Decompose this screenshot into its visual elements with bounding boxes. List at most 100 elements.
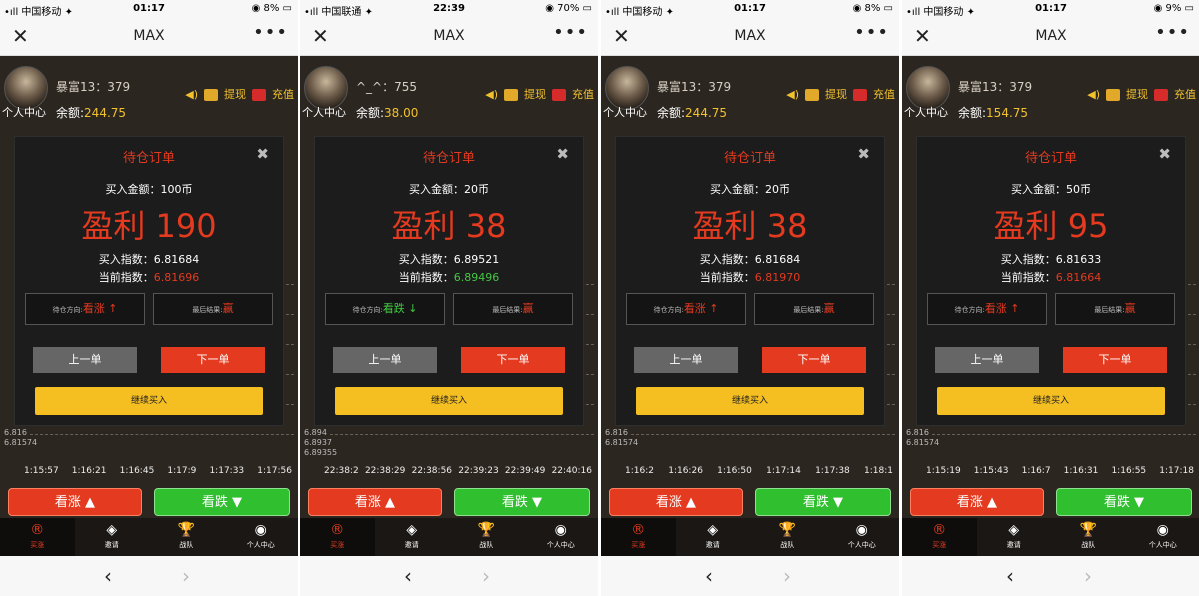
- more-icon[interactable]: •••: [854, 22, 889, 43]
- buy-up-button[interactable]: 看涨 ▲: [910, 488, 1044, 516]
- profile-link[interactable]: 个人中心: [603, 104, 647, 120]
- grid-line: [932, 434, 1196, 435]
- profile-link[interactable]: 个人中心: [302, 104, 346, 120]
- recharge-icon: [552, 89, 566, 101]
- tab-2[interactable]: 🏆 战队: [149, 518, 224, 556]
- continue-buy-button[interactable]: 继续买入: [35, 387, 263, 415]
- tab-0[interactable]: ® 买涨: [902, 518, 977, 556]
- forward-icon[interactable]: ›: [482, 564, 490, 588]
- username: ^_^：755: [356, 80, 418, 94]
- prev-order-button[interactable]: 上一单: [634, 347, 738, 373]
- battery-text: ◉ 70% ▭: [545, 3, 592, 14]
- back-icon[interactable]: ‹: [104, 564, 112, 588]
- profile-link[interactable]: 个人中心: [2, 104, 46, 120]
- y-axis-label: 6.816: [906, 428, 929, 437]
- recharge-button[interactable]: 充值: [1174, 88, 1196, 101]
- user-icon: ◉: [1156, 522, 1169, 538]
- buy-down-button[interactable]: 看跌 ▼: [154, 488, 290, 516]
- profile-link[interactable]: 个人中心: [904, 104, 948, 120]
- prev-order-button[interactable]: 上一单: [935, 347, 1039, 373]
- balance-label: 余额:154.75: [958, 104, 1028, 121]
- speaker-icon[interactable]: ◀): [485, 88, 498, 101]
- x-axis-label: 1:15:19: [926, 466, 961, 476]
- withdraw-button[interactable]: 提现: [1126, 88, 1148, 101]
- tab-3[interactable]: ◉ 个人中心: [1126, 518, 1199, 556]
- back-icon[interactable]: ‹: [404, 564, 412, 588]
- buy-down-button[interactable]: 看跌 ▼: [755, 488, 891, 516]
- recharge-button[interactable]: 充值: [873, 88, 895, 101]
- x-axis-label: 1:16:21: [71, 466, 107, 476]
- withdraw-button[interactable]: 提现: [825, 88, 847, 101]
- tab-2[interactable]: 🏆 战队: [449, 518, 524, 556]
- tab-2[interactable]: 🏆 战队: [750, 518, 825, 556]
- y-axis-label: 6.894: [304, 428, 327, 437]
- withdraw-button[interactable]: 提现: [224, 88, 246, 101]
- close-icon[interactable]: ✖: [857, 145, 870, 163]
- continue-buy-button[interactable]: 继续买入: [937, 387, 1165, 415]
- balance-value: 244.75: [685, 106, 728, 120]
- buy-down-button[interactable]: 看跌 ▼: [1056, 488, 1192, 516]
- continue-buy-button[interactable]: 继续买入: [636, 387, 864, 415]
- close-icon[interactable]: ✖: [1158, 145, 1171, 163]
- recharge-button[interactable]: 充值: [272, 88, 294, 101]
- tab-1[interactable]: ◈ 邀请: [676, 518, 751, 556]
- x-axis-label: 1:15:57: [24, 466, 59, 476]
- tab-1[interactable]: ◈ 邀请: [75, 518, 150, 556]
- tab-3[interactable]: ◉ 个人中心: [224, 518, 299, 556]
- buy-index-value: 6.81684: [754, 253, 801, 266]
- buy-up-button[interactable]: 看涨 ▲: [8, 488, 142, 516]
- header-actions: ◀) 提现 充值: [1081, 86, 1196, 102]
- back-icon[interactable]: ‹: [705, 564, 713, 588]
- tab-3[interactable]: ◉ 个人中心: [825, 518, 900, 556]
- tab-3[interactable]: ◉ 个人中心: [524, 518, 599, 556]
- recharge-button[interactable]: 充值: [572, 88, 594, 101]
- next-order-button[interactable]: 下一单: [461, 347, 565, 373]
- user-icon: ◉: [554, 522, 567, 538]
- trade-tab-icon: ®: [30, 522, 45, 538]
- next-order-button[interactable]: 下一单: [161, 347, 265, 373]
- x-axis-label: 1:16:45: [119, 466, 155, 476]
- withdraw-button[interactable]: 提现: [524, 88, 546, 101]
- speaker-icon[interactable]: ◀): [185, 88, 198, 101]
- continue-buy-button[interactable]: 继续买入: [335, 387, 563, 415]
- buy-down-button[interactable]: 看跌 ▼: [454, 488, 590, 516]
- x-axis-labels: 1:16:2 1:16:26 1:16:50 1:17:14 1:17:38 1:18:1: [625, 466, 893, 478]
- tab-label: 邀请: [104, 541, 119, 549]
- x-axis-labels: 1:15:19 1:15:43 1:16:7 1:16:31 1:16:55 1:17:1…: [926, 466, 1194, 478]
- tab-1[interactable]: ◈ 邀请: [977, 518, 1052, 556]
- forward-icon[interactable]: ›: [182, 564, 190, 588]
- trade-tab-icon: ®: [932, 522, 947, 538]
- battery-text: ◉ 9% ▭: [1153, 3, 1194, 14]
- current-index-label: 当前指数：: [398, 271, 454, 284]
- more-icon[interactable]: •••: [1155, 22, 1190, 43]
- result-label: 最后结果:: [793, 306, 824, 314]
- forward-icon[interactable]: ›: [1084, 564, 1092, 588]
- status-bar: •ıll 中国移动 ✦ 01:17 ◉ 9% ▭: [902, 0, 1199, 18]
- tab-2[interactable]: 🏆 战队: [1051, 518, 1126, 556]
- buy-up-button[interactable]: 看涨 ▲: [308, 488, 442, 516]
- tab-0[interactable]: ® 买涨: [0, 518, 75, 556]
- next-order-button[interactable]: 下一单: [1063, 347, 1167, 373]
- prev-order-button[interactable]: 上一单: [333, 347, 437, 373]
- username: 暴富13：379: [958, 80, 1033, 94]
- tab-0[interactable]: ® 买涨: [300, 518, 375, 556]
- speaker-icon[interactable]: ◀): [786, 88, 799, 101]
- more-icon[interactable]: •••: [253, 22, 288, 43]
- buy-amount: 买入金额：50币: [1011, 183, 1091, 196]
- phone-panel: •ıll 中国移动 ✦ 01:17 ◉ 8% ▭ ✕ MAX ••• 个人中心 暴富13：37…: [601, 0, 899, 596]
- tab-1[interactable]: ◈ 邀请: [375, 518, 450, 556]
- bottom-tab-bar: ® 买涨 ◈ 邀请 🏆 战队 ◉ 个人中心: [0, 518, 298, 556]
- screenshot-root: •ıll 中国移动 ✦ 01:17 ◉ 8% ▭ ✕ MAX ••• 个人中心 暴富13：37…: [0, 0, 1199, 596]
- forward-icon[interactable]: ›: [783, 564, 791, 588]
- more-icon[interactable]: •••: [553, 22, 588, 43]
- current-index-row: 当前指数：6.81970: [616, 269, 884, 285]
- buy-up-button[interactable]: 看涨 ▲: [609, 488, 743, 516]
- close-icon[interactable]: ✖: [556, 145, 569, 163]
- prev-order-button[interactable]: 上一单: [33, 347, 137, 373]
- y-axis-label: 6.81574: [4, 438, 38, 447]
- close-icon[interactable]: ✖: [256, 145, 269, 163]
- tab-0[interactable]: ® 买涨: [601, 518, 676, 556]
- back-icon[interactable]: ‹: [1006, 564, 1014, 588]
- speaker-icon[interactable]: ◀): [1087, 88, 1100, 101]
- next-order-button[interactable]: 下一单: [762, 347, 866, 373]
